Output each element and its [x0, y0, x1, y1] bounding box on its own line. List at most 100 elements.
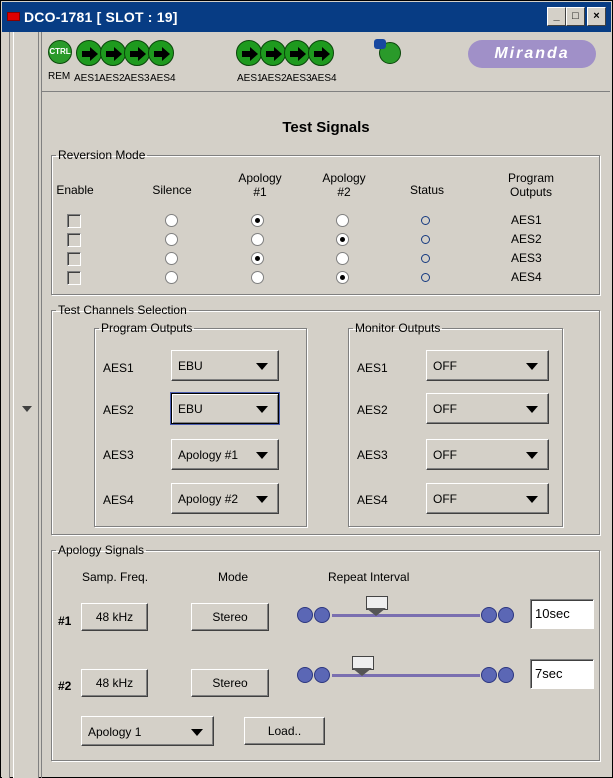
collapse-sidebar[interactable]: [13, 32, 39, 778]
status-icon-bar: CTRL REM AES1 AES2 AES3 AES4 AES1 AES2 A…: [42, 32, 610, 92]
apology1-radio[interactable]: [251, 271, 264, 284]
output-label: AES2: [261, 73, 287, 84]
status-indicator: [421, 235, 430, 244]
interval-slider-thumb[interactable]: [351, 656, 374, 678]
apology2-radio[interactable]: [336, 252, 349, 265]
rewind-fast-icon[interactable]: [297, 667, 313, 683]
enable-checkbox[interactable]: [67, 271, 81, 285]
enable-checkbox[interactable]: [67, 252, 81, 266]
output-label: AES3: [511, 251, 542, 265]
miranda-logo: Miranda: [468, 40, 596, 68]
group-legend: Program Outputs: [101, 321, 193, 335]
column-header-apology1: Apology #1: [238, 171, 282, 199]
monitor-row-label: AES2: [357, 403, 388, 417]
program-row-label: AES4: [103, 493, 134, 507]
monitor-aes3-select[interactable]: OFF: [426, 439, 549, 470]
main-panel: Test Signals Reversion Mode Enable Silen…: [42, 93, 610, 778]
output-arrow-icon[interactable]: [308, 40, 334, 66]
silence-radio[interactable]: [165, 233, 178, 246]
silence-radio[interactable]: [165, 214, 178, 227]
forward-icon[interactable]: [481, 607, 497, 623]
close-button[interactable]: ×: [587, 7, 606, 26]
input-label: AES1: [74, 73, 100, 84]
input-label: AES4: [150, 73, 176, 84]
chevron-down-icon: [526, 406, 538, 413]
column-header-interval: Repeat Interval: [328, 570, 410, 584]
refresh-icon[interactable]: [374, 39, 401, 64]
input-arrow-icon[interactable]: [148, 40, 174, 66]
input-arrow-icon[interactable]: [100, 40, 126, 66]
chevron-down-icon: [526, 363, 538, 370]
apology-row-label: #2: [58, 679, 72, 693]
output-arrow-icon[interactable]: [284, 40, 310, 66]
left-rail: [2, 32, 10, 778]
output-label: AES1: [237, 73, 263, 84]
program-aes2-select[interactable]: EBU: [171, 393, 279, 424]
enable-checkbox[interactable]: [67, 233, 81, 247]
app-icon: [7, 12, 20, 21]
group-legend: Reversion Mode: [58, 148, 146, 162]
forward-fast-icon[interactable]: [498, 667, 514, 683]
rewind-icon[interactable]: [314, 607, 330, 623]
apology2-radio[interactable]: [336, 214, 349, 227]
input-arrow-icon[interactable]: [76, 40, 102, 66]
monitor-aes4-select[interactable]: OFF: [426, 483, 549, 514]
output-arrow-icon[interactable]: [236, 40, 262, 66]
apology1-radio[interactable]: [251, 252, 264, 265]
select-value: OFF: [433, 402, 457, 416]
forward-icon[interactable]: [481, 667, 497, 683]
enable-checkbox[interactable]: [67, 214, 81, 228]
monitor-aes1-select[interactable]: OFF: [426, 350, 549, 381]
silence-radio[interactable]: [165, 252, 178, 265]
program-aes4-select[interactable]: Apology #2: [171, 483, 279, 514]
monitor-aes2-select[interactable]: OFF: [426, 393, 549, 424]
apology1-radio[interactable]: [251, 233, 264, 246]
mode-button[interactable]: Stereo: [191, 603, 269, 631]
silence-radio[interactable]: [165, 271, 178, 284]
load-button[interactable]: Load..: [244, 717, 325, 745]
rewind-fast-icon[interactable]: [297, 607, 313, 623]
column-header-enable: Enable: [56, 183, 94, 197]
program-aes1-select[interactable]: EBU: [171, 350, 279, 381]
input-label: AES2: [99, 73, 125, 84]
interval-value: 10sec: [530, 599, 594, 629]
program-aes3-select[interactable]: Apology #1: [171, 439, 279, 470]
program-row-label: AES1: [103, 361, 134, 375]
select-value: OFF: [433, 359, 457, 373]
forward-fast-icon[interactable]: [498, 607, 514, 623]
output-label: AES3: [286, 73, 312, 84]
select-value: EBU: [178, 402, 203, 416]
collapse-arrow-icon[interactable]: [22, 406, 32, 412]
group-legend: Test Channels Selection: [58, 303, 187, 317]
rem-label: REM: [48, 71, 71, 82]
input-arrow-icon[interactable]: [124, 40, 150, 66]
apology2-radio[interactable]: [336, 271, 349, 284]
rewind-icon[interactable]: [314, 667, 330, 683]
apology1-radio[interactable]: [251, 214, 264, 227]
title-bar[interactable]: DCO-1781 [ SLOT : 19] _ □ ×: [2, 2, 611, 32]
select-value: EBU: [178, 359, 203, 373]
apology2-radio[interactable]: [336, 233, 349, 246]
output-arrow-icon[interactable]: [260, 40, 286, 66]
chevron-down-icon: [256, 406, 268, 413]
column-header-mode: Mode: [218, 570, 249, 584]
status-indicator: [421, 216, 430, 225]
minimize-button[interactable]: _: [547, 7, 566, 26]
output-label: AES4: [511, 270, 542, 284]
window-title: DCO-1781 [ SLOT : 19]: [24, 9, 178, 25]
interval-slider-track[interactable]: [332, 614, 480, 617]
column-header-apology2: Apology #2: [322, 171, 366, 199]
column-header-silence: Silence: [152, 183, 192, 197]
page-title: Test Signals: [282, 119, 370, 136]
maximize-button[interactable]: □: [566, 7, 585, 26]
select-value: OFF: [433, 448, 457, 462]
select-value: Apology #2: [178, 492, 239, 506]
chevron-down-icon: [256, 452, 268, 459]
interval-slider-thumb[interactable]: [366, 596, 389, 618]
ctrl-icon[interactable]: CTRL: [48, 40, 72, 64]
mode-button[interactable]: Stereo: [191, 669, 269, 697]
group-legend: Apology Signals: [58, 543, 145, 557]
apology-preset-select[interactable]: Apology 1: [81, 716, 214, 746]
output-label: AES2: [511, 232, 542, 246]
output-label: AES4: [311, 73, 337, 84]
